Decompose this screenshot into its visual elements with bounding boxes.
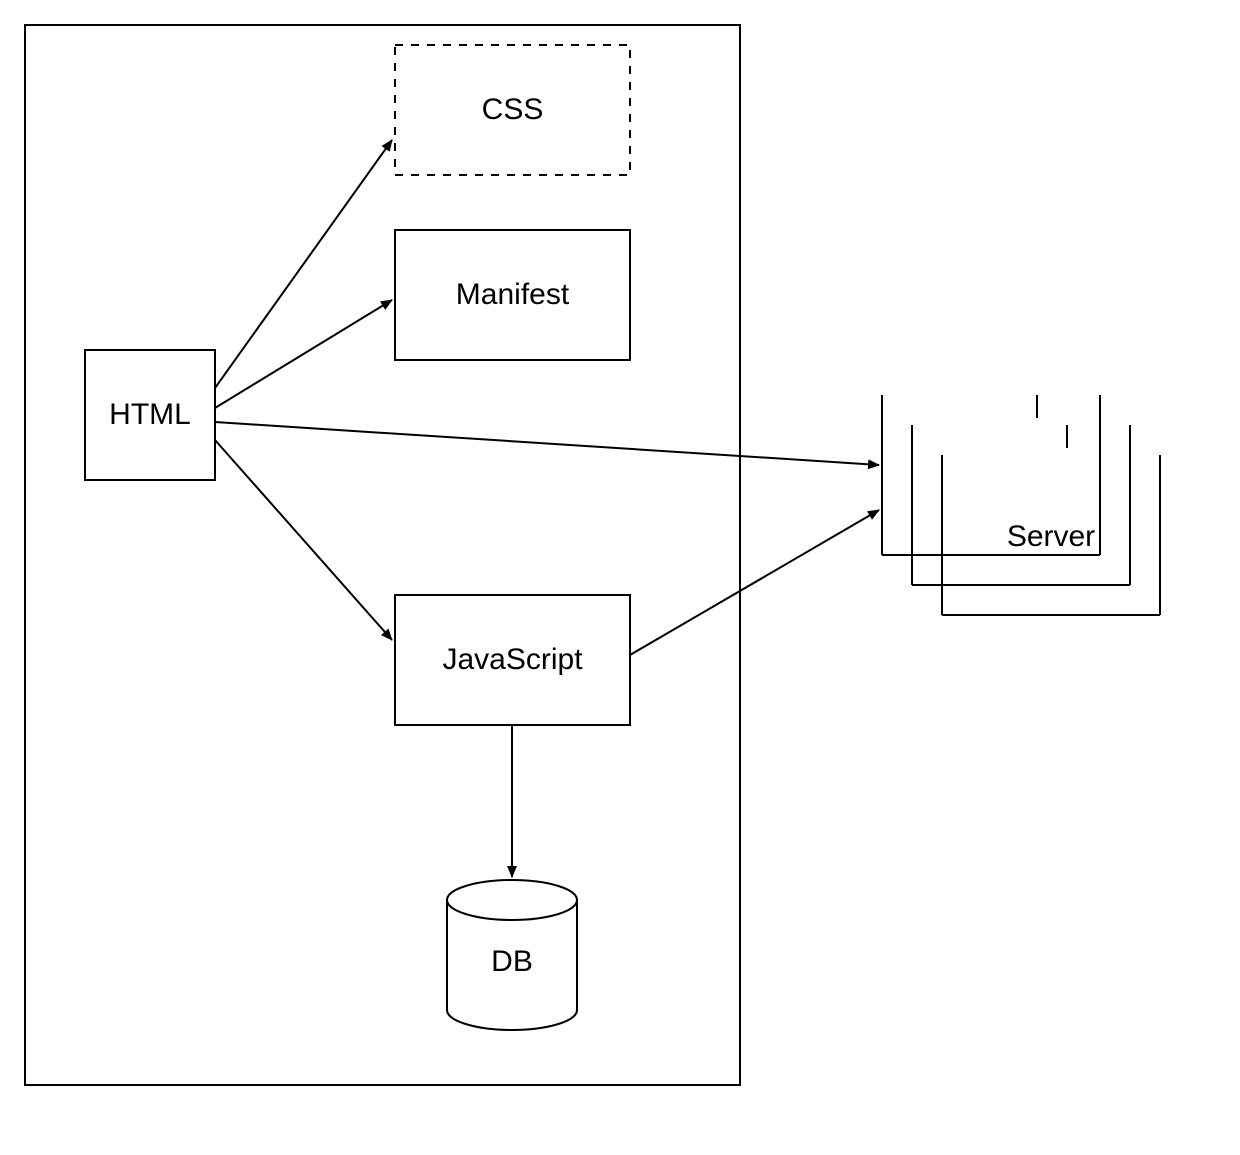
javascript-box [395,595,630,725]
arrow-javascript-server [630,510,879,655]
client-container [25,25,740,1085]
arrow-html-manifest [215,300,392,408]
manifest-box [395,230,630,360]
server-stack [882,395,1160,615]
arrow-html-css [215,140,392,388]
arrow-html-javascript [215,440,392,640]
css-box [395,45,630,175]
html-box [85,350,215,480]
diagram-svg [0,0,1240,1155]
architecture-diagram: HTML CSS Manifest JavaScript DB Server [0,0,1240,1155]
db-cylinder [447,880,577,1030]
arrow-html-server [215,422,879,465]
